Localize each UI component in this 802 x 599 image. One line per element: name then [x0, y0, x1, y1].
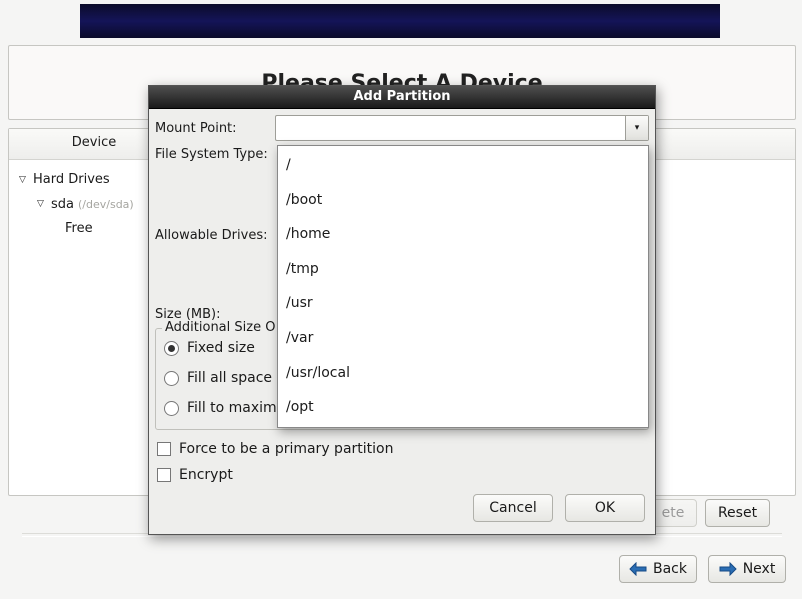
ok-button[interactable]: OK: [565, 494, 645, 522]
mount-point-combo[interactable]: ▾: [275, 115, 649, 141]
radio-icon: [164, 341, 179, 356]
radio-icon: [164, 401, 179, 416]
tree-label: Hard Drives: [33, 168, 110, 193]
mount-option[interactable]: /: [278, 148, 648, 183]
delete-button[interactable]: ete: [649, 499, 697, 527]
radio-label: Fixed size: [187, 340, 255, 356]
button-label: Cancel: [489, 500, 536, 516]
checkbox-icon: [157, 442, 171, 456]
check-primary[interactable]: Force to be a primary partition: [155, 436, 649, 462]
dialog-button-row: Cancel OK: [155, 488, 649, 522]
mount-point-label: Mount Point:: [155, 121, 275, 136]
cancel-button[interactable]: Cancel: [473, 494, 553, 522]
back-button[interactable]: Back: [619, 555, 697, 583]
reset-button[interactable]: Reset: [705, 499, 770, 527]
button-label: Next: [743, 561, 776, 577]
mount-option[interactable]: /opt: [278, 390, 648, 425]
mount-point-input[interactable]: [276, 116, 625, 140]
expand-icon[interactable]: ▽: [37, 196, 47, 213]
mount-option[interactable]: /home: [278, 217, 648, 252]
allowable-drives-label: Allowable Drives:: [155, 228, 275, 243]
size-options-legend: Additional Size O: [162, 320, 278, 335]
button-label: Back: [653, 561, 687, 577]
dialog-title: Add Partition: [149, 86, 655, 109]
button-label: OK: [595, 500, 615, 516]
header-banner: [80, 4, 720, 38]
mount-point-row: Mount Point: ▾: [155, 115, 649, 141]
mount-option[interactable]: /boot: [278, 183, 648, 218]
check-encrypt[interactable]: Encrypt: [155, 462, 649, 488]
button-label: Reset: [718, 505, 757, 521]
chevron-down-icon[interactable]: ▾: [625, 116, 648, 140]
next-button[interactable]: Next: [708, 555, 786, 583]
add-partition-dialog: Add Partition Mount Point: ▾ File System…: [148, 85, 656, 535]
arrow-right-icon: [719, 562, 737, 576]
tree-label: sda: [51, 193, 74, 218]
tree-subtext: (/dev/sda): [78, 195, 134, 216]
button-label: ete: [662, 505, 685, 521]
fs-type-label: File System Type:: [155, 147, 275, 162]
expand-icon[interactable]: ▽: [19, 172, 29, 189]
mount-point-dropdown[interactable]: //boot/home/tmp/usr/var/usr/local/opt: [277, 145, 649, 428]
arrow-left-icon: [629, 562, 647, 576]
mount-option[interactable]: /var: [278, 321, 648, 356]
checkbox-icon: [157, 468, 171, 482]
dialog-body: Mount Point: ▾ File System Type: Allowab…: [149, 109, 655, 534]
radio-icon: [164, 371, 179, 386]
check-label: Force to be a primary partition: [179, 441, 393, 457]
mount-option[interactable]: /usr/local: [278, 356, 648, 391]
mount-option[interactable]: /tmp: [278, 252, 648, 287]
check-label: Encrypt: [179, 467, 233, 483]
tree-label: Free: [65, 217, 93, 242]
mount-option[interactable]: /usr: [278, 286, 648, 321]
